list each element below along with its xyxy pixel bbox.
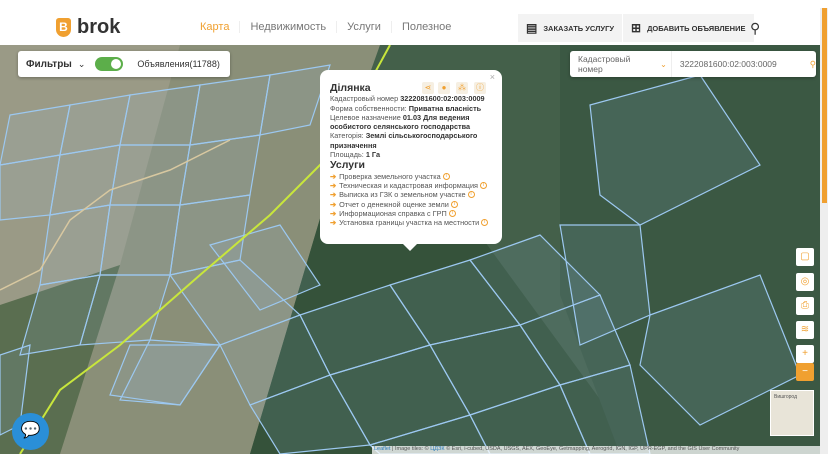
cadastral-input[interactable]: 3222081600:02:003:0009 (670, 51, 798, 77)
arrow-right-icon: ➔ (330, 190, 337, 200)
scrollbar-thumb[interactable] (822, 8, 827, 203)
service-link[interactable]: ➔ Отчет о денежной оценке земли i (330, 200, 492, 209)
page-scrollbar[interactable] (820, 8, 828, 454)
arrow-right-icon: ➔ (330, 180, 337, 190)
field-ownership: Форма собственности: Приватна власність (330, 103, 482, 113)
info-icon[interactable]: i (480, 182, 487, 190)
filters-dropdown[interactable]: Фильтры (26, 59, 72, 70)
search-submit-icon[interactable]: ⚲ (810, 59, 816, 70)
search-icon[interactable]: ⚲ (750, 20, 760, 37)
info-icon[interactable]: i (481, 219, 489, 227)
locate-button[interactable]: ◎ (796, 273, 814, 291)
map-attribution: Leaflet | Image tiles: © ЦДЗК © Esri, i-… (372, 446, 820, 454)
arrow-right-icon: ➔ (330, 208, 337, 218)
field-purpose: Целевое назначение 01.03 Для ведения осо… (330, 112, 471, 132)
minimap-label: Вишгород (774, 394, 798, 400)
top-strip (0, 0, 828, 8)
listings-count: Объявления(11788) (137, 59, 220, 69)
parcel-popup: × ⋖ ● ⁂ ⓘ Ділянка Кадастровый номер 3222… (320, 70, 502, 251)
filters-panel: Фильтры ⌄ Объявления(11788) (18, 51, 230, 77)
service-link[interactable]: ➔ Проверка земельного участка i (330, 172, 492, 181)
bookmark-plus-icon: ⊞ (631, 21, 642, 35)
leaflet-link[interactable]: Leaflet (374, 446, 391, 452)
zoom-out-button[interactable]: − (796, 363, 814, 381)
calendar-icon: ▤ (526, 21, 538, 35)
layers-icon: ≋ (800, 324, 810, 335)
arrow-right-icon: ➔ (330, 199, 337, 209)
services-title: Услуги (330, 159, 365, 172)
chevron-down-icon[interactable]: ⌄ (660, 60, 667, 69)
layers-button[interactable]: ≋ (796, 321, 814, 339)
draw-area-button[interactable]: ▢ (796, 248, 814, 266)
route-icon[interactable]: ⁂ (456, 82, 468, 94)
nav-useful[interactable]: Полезное (392, 21, 461, 33)
arrow-right-icon: ➔ (330, 171, 337, 181)
info-icon[interactable]: i (448, 210, 456, 217)
hand-icon[interactable]: ● (438, 82, 450, 94)
nav-realty[interactable]: Недвижимость (240, 21, 338, 33)
main-nav: Карта Недвижимость Услуги Полезное (190, 21, 461, 33)
logo-text: brok (77, 16, 121, 38)
logo-shield-icon: B (56, 18, 71, 37)
chevron-down-icon[interactable]: ⌄ (78, 59, 86, 70)
share-icon[interactable]: ⋖ (422, 82, 434, 94)
listings-toggle[interactable] (95, 57, 124, 71)
square-icon: ▢ (800, 251, 810, 262)
add-listing-button[interactable]: ⊞ ДОБАВИТЬ ОБЪЯВЛЕНИЕ (623, 14, 754, 42)
add-listing-label: ДОБАВИТЬ ОБЪЯВЛЕНИЕ (647, 23, 746, 33)
service-link[interactable]: ➔ Установка границы участка на местности i (330, 218, 492, 227)
nav-map[interactable]: Карта (190, 21, 241, 33)
info-icon[interactable]: ⓘ (474, 82, 486, 94)
field-cadastral: Кадастровый номер 3222081600:02:003:0009 (330, 94, 485, 104)
search-type-select[interactable]: Кадастровый номер (570, 54, 660, 74)
printer-icon: ⎙ (801, 300, 809, 311)
service-link[interactable]: ➔ Информационая справка с ГРП i (330, 209, 492, 218)
minimap[interactable]: Вишгород (770, 390, 814, 436)
field-area: Площадь: 1 Га (330, 150, 381, 160)
udzk-link[interactable]: ЦДЗК (430, 446, 444, 452)
order-service-button[interactable]: ▤ ЗАКАЗАТЬ УСЛУГУ (518, 14, 622, 42)
close-icon[interactable]: × (490, 72, 495, 82)
chat-button[interactable]: 💬 (12, 413, 49, 450)
print-button[interactable]: ⎙ (796, 297, 814, 315)
cadastral-search: Кадастровый номер ⌄ 3222081600:02:003:00… (570, 51, 816, 77)
info-icon[interactable]: i (450, 200, 458, 208)
logo[interactable]: B brok (56, 16, 120, 39)
info-icon[interactable]: i (442, 172, 450, 180)
service-link[interactable]: ➔ Техническая и кадастровая информация i (330, 181, 492, 190)
header: B brok Карта Недвижимость Услуги Полезно… (0, 8, 820, 45)
order-service-label: ЗАКАЗАТЬ УСЛУГУ (543, 23, 614, 33)
chat-bubble-icon: 💬 (20, 422, 41, 439)
info-icon[interactable]: i (467, 191, 475, 199)
arrow-right-icon: ➔ (330, 218, 337, 228)
zoom-in-button[interactable]: + (796, 345, 814, 363)
service-link[interactable]: ➔ Выписка из ГЗК о земельном участке i (330, 190, 492, 199)
nav-services[interactable]: Услуги (337, 21, 392, 33)
field-category: Категорія: Землі сільськогосподарського … (330, 131, 478, 150)
target-icon: ◎ (800, 276, 810, 287)
